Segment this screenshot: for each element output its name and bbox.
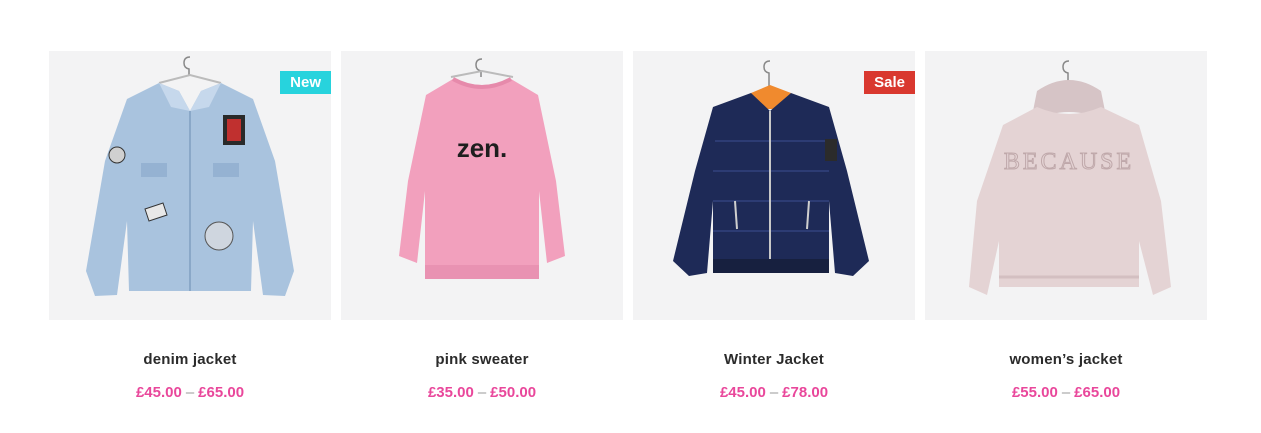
price-separator: – — [769, 384, 779, 401]
price-max: £65.00 — [198, 384, 245, 401]
price-max: £65.00 — [1074, 384, 1121, 401]
price-separator: – — [185, 384, 195, 401]
price-separator: – — [477, 384, 487, 401]
price-range: £55.00– £65.00 — [1012, 384, 1120, 401]
price-min: £35.00 — [427, 384, 474, 401]
sale-badge: Sale — [864, 71, 915, 94]
womens-jacket-image: BECAUSE — [969, 60, 1171, 295]
price-range: £35.00– £50.00 — [428, 384, 536, 401]
sweater-print: zen. — [457, 133, 508, 163]
price-max: £50.00 — [490, 384, 537, 401]
product-image-link[interactable]: BECAUSE — [925, 51, 1207, 320]
product-title[interactable]: pink sweater — [435, 351, 528, 368]
product-card-womens-jacket: BECAUSE women’s jacket £55.00– £65.00 — [925, 51, 1207, 401]
pink-sweater-image: zen. — [399, 58, 565, 279]
new-badge: New — [280, 71, 331, 94]
product-title[interactable]: denim jacket — [143, 351, 236, 368]
product-grid: New denim jacket £45.00– £65.00 zen. pink… — [49, 51, 1207, 401]
product-card-pink-sweater: zen. pink sweater £35.00– £50.00 — [341, 51, 623, 401]
product-title[interactable]: women’s jacket — [1009, 351, 1122, 368]
product-image-link[interactable]: Sale — [633, 51, 915, 320]
price-min: £45.00 — [719, 384, 766, 401]
product-title[interactable]: Winter Jacket — [724, 351, 824, 368]
price-separator: – — [1061, 384, 1071, 401]
hoodie-print: BECAUSE — [1004, 149, 1134, 175]
product-image-link[interactable]: New — [49, 51, 331, 320]
price-min: £55.00 — [1011, 384, 1058, 401]
price-range: £45.00– £78.00 — [720, 384, 828, 401]
product-card-denim-jacket: New denim jacket £45.00– £65.00 — [49, 51, 331, 401]
price-max: £78.00 — [782, 384, 829, 401]
product-card-winter-jacket: Sale Winter Jacket £45.00– £78.00 — [633, 51, 915, 401]
price-min: £45.00 — [135, 384, 182, 401]
price-range: £45.00– £65.00 — [136, 384, 244, 401]
product-image-link[interactable]: zen. — [341, 51, 623, 320]
